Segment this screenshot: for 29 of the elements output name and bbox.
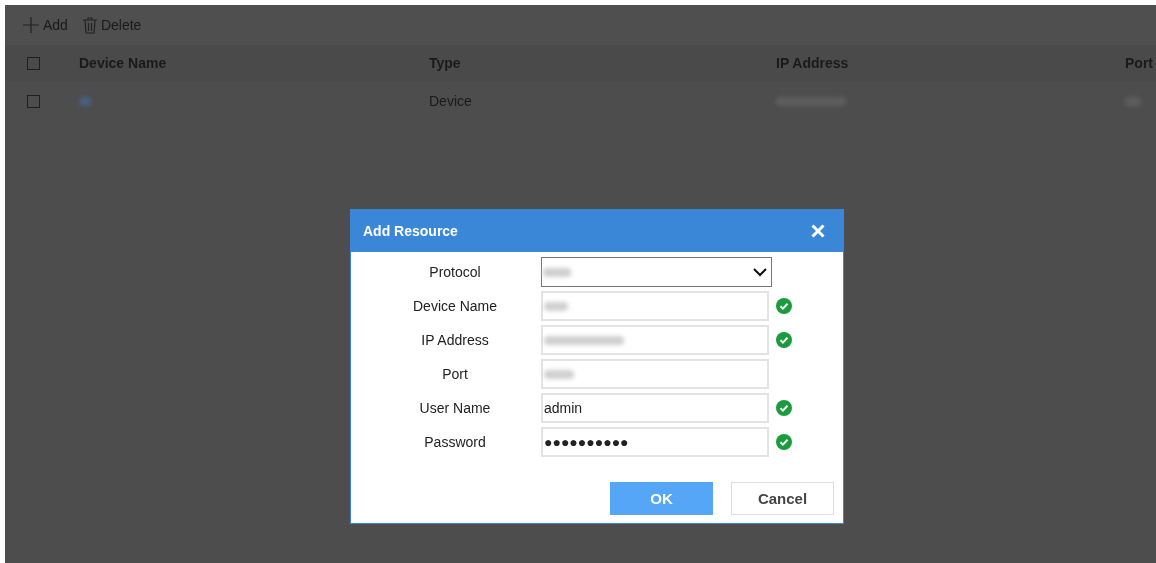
field-label: Protocol — [428, 264, 482, 280]
field-label: IP Address — [420, 332, 490, 348]
check-icon — [776, 298, 792, 314]
cancel-button[interactable]: Cancel — [731, 482, 834, 515]
field-label: Device Name — [412, 298, 498, 314]
input-field[interactable] — [541, 325, 769, 355]
checkbox[interactable] — [27, 94, 40, 108]
input-field[interactable]: admin — [541, 393, 769, 423]
blurred-text — [544, 301, 568, 311]
field-label: Port — [441, 366, 469, 382]
blurred-text — [544, 369, 574, 379]
check-icon — [776, 400, 792, 416]
input-field[interactable] — [541, 291, 769, 321]
field-label: User Name — [418, 400, 492, 416]
blurred-text — [79, 96, 91, 106]
chevron-down-icon — [753, 267, 767, 277]
close-button[interactable] — [811, 224, 825, 238]
check-icon — [776, 434, 792, 450]
check-icon — [776, 332, 792, 348]
input-field[interactable]: ●●●●●●●●●● — [541, 427, 769, 457]
protocol-select[interactable] — [541, 257, 772, 287]
dialog-title: Add Resource — [363, 223, 458, 239]
blurred-text — [543, 267, 571, 277]
checkbox[interactable] — [27, 56, 40, 70]
plus-icon — [22, 16, 40, 34]
field-label: Password — [423, 434, 487, 450]
trash-icon — [81, 16, 98, 34]
close-icon — [811, 224, 825, 238]
input-field[interactable] — [541, 359, 769, 389]
